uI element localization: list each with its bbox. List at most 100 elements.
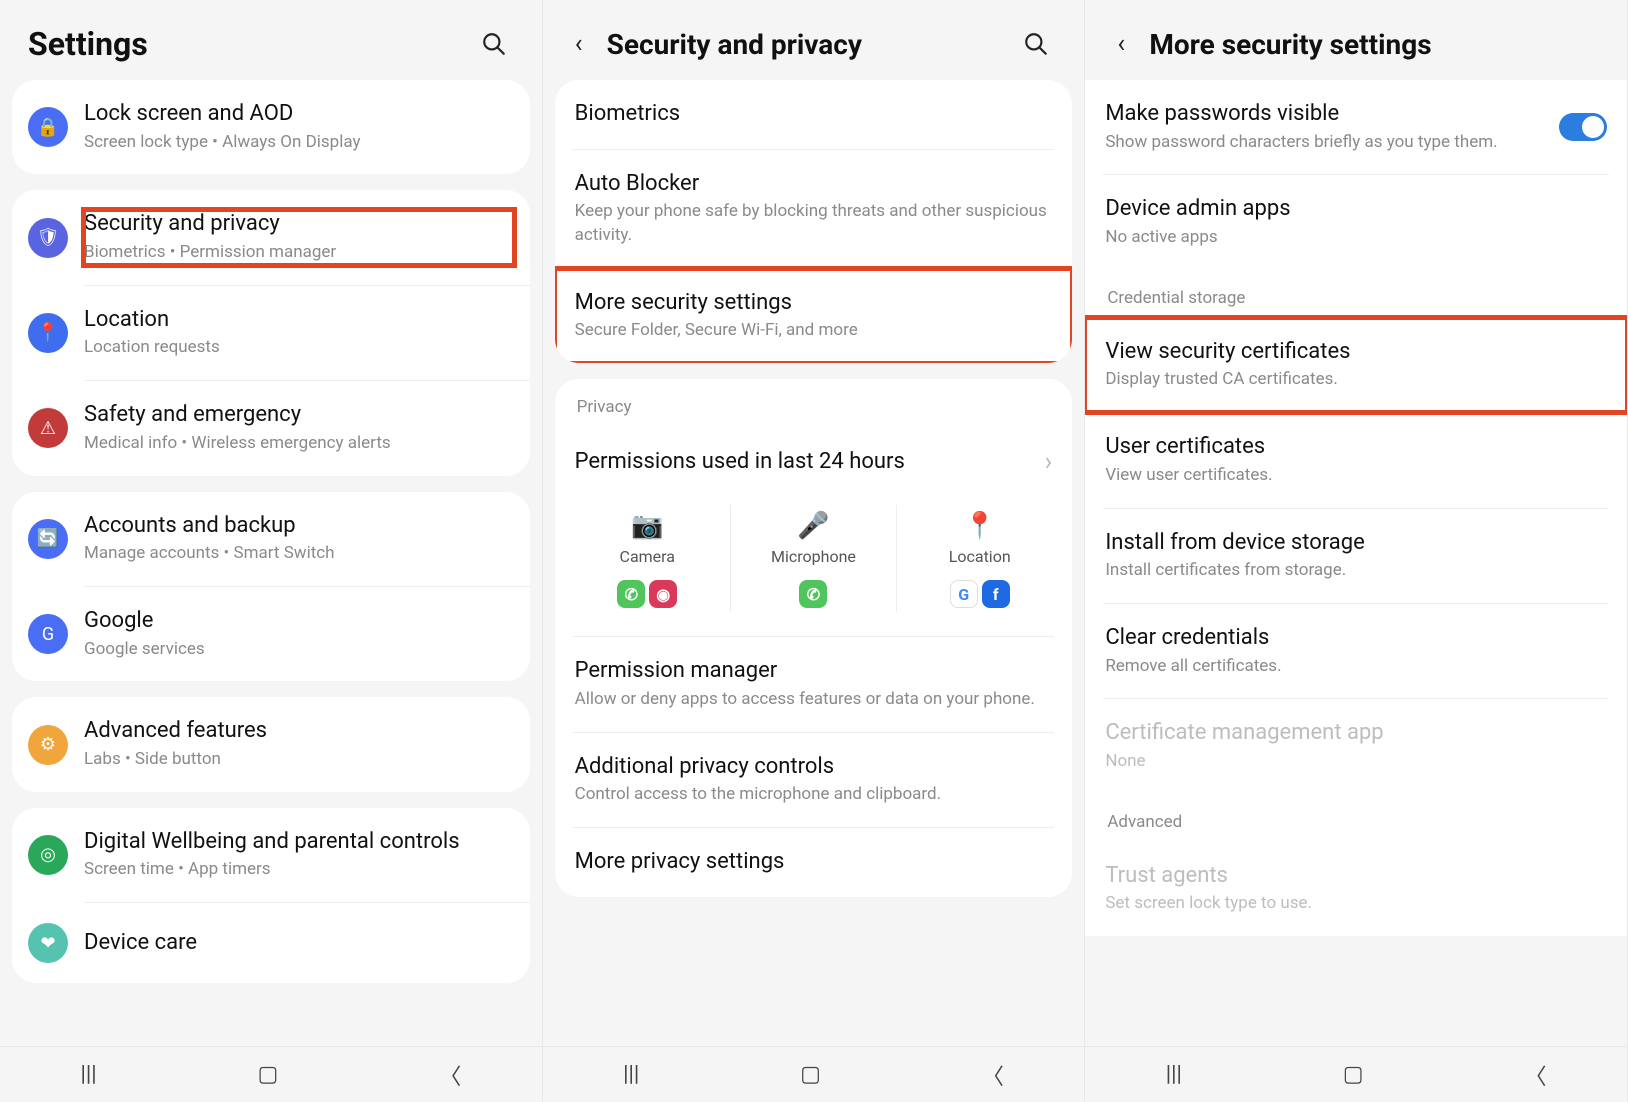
row-title: View security certificates — [1105, 338, 1607, 367]
nav-recent[interactable]: ||| — [80, 1062, 96, 1087]
row-title: Device care — [84, 929, 514, 958]
row-subtitle: Remove all certificates. — [1105, 655, 1607, 679]
setting-lock-screen[interactable]: 🔒Lock screen and AODScreen lock type • A… — [12, 80, 530, 174]
setting-safety[interactable]: ⚠Safety and emergencyMedical info • Wire… — [12, 381, 530, 475]
shield-icon: 🛡 — [28, 218, 68, 258]
setting-more-privacy[interactable]: More privacy settings — [555, 828, 1073, 897]
row-subtitle: Control access to the microphone and cli… — [575, 783, 1053, 807]
mic-icon: 🎤 — [797, 509, 829, 543]
setting-auto-blocker[interactable]: Auto BlockerKeep your phone safe by bloc… — [555, 150, 1073, 268]
nav-home[interactable]: ▢ — [1343, 1062, 1364, 1087]
search-button[interactable] — [474, 24, 514, 64]
privacy-card: PrivacyPermissions used in last 24 hours… — [555, 379, 1073, 896]
setting-user-certs[interactable]: User certificatesView user certificates. — [1085, 413, 1627, 507]
nav-back[interactable]: 〈 — [1525, 1059, 1547, 1091]
perm-microphone[interactable]: 🎤Microphone✆ — [731, 505, 897, 612]
nav-recent[interactable]: ||| — [1166, 1062, 1182, 1087]
page-title: More security settings — [1149, 28, 1599, 61]
row-title: Auto Blocker — [575, 170, 1053, 199]
row-text: Digital Wellbeing and parental controlsS… — [84, 828, 514, 882]
setting-google[interactable]: GGoogleGoogle services — [12, 587, 530, 681]
app-whatsapp-icon: ✆ — [617, 580, 645, 608]
row-subtitle: Biometrics • Permission manager — [84, 241, 514, 265]
perm-label: Location — [949, 547, 1011, 566]
row-title: More security settings — [575, 289, 1053, 318]
content: Make passwords visibleShow password char… — [1085, 80, 1627, 1046]
security-card: BiometricsAuto BlockerKeep your phone sa… — [555, 80, 1073, 363]
pin-icon: 📍 — [28, 313, 68, 353]
row-title: Safety and emergency — [84, 401, 514, 430]
row-title: Advanced features — [84, 717, 514, 746]
page-title: Settings — [28, 25, 474, 63]
row-text: Lock screen and AODScreen lock type • Al… — [84, 100, 514, 154]
section-label: Advanced — [1085, 794, 1627, 842]
app-google-icon: G — [950, 580, 978, 608]
chevron-right-icon: › — [1045, 447, 1053, 477]
row-subtitle: Manage accounts • Smart Switch — [84, 542, 514, 566]
settings-group: 🔄Accounts and backupManage accounts • Sm… — [12, 492, 530, 682]
back-button[interactable]: ‹ — [1101, 24, 1141, 64]
row-text: Safety and emergencyMedical info • Wirel… — [84, 401, 514, 455]
row-text: LocationLocation requests — [84, 306, 514, 360]
row-title: Location — [84, 306, 514, 335]
page-title: Security and privacy — [607, 28, 1017, 61]
settings-list: 🔒Lock screen and AODScreen lock type • A… — [0, 80, 542, 1046]
row-text: Advanced featuresLabs • Side button — [84, 717, 514, 771]
row-title: Lock screen and AOD — [84, 100, 514, 129]
nav-bar: ||| ▢ 〈 — [543, 1046, 1085, 1102]
setting-cert-mgmt: Certificate management appNone — [1085, 699, 1627, 793]
more-security-card: Make passwords visibleShow password char… — [1085, 80, 1627, 936]
perm-camera[interactable]: 📷Camera✆◉ — [565, 505, 731, 612]
gear-icon: ⚙ — [28, 725, 68, 765]
setting-more-security[interactable]: More security settingsSecure Folder, Sec… — [555, 269, 1073, 363]
setting-view-certs[interactable]: View security certificatesDisplay truste… — [1085, 318, 1627, 412]
setting-device-care[interactable]: ❤ Device care — [12, 903, 530, 983]
search-button[interactable] — [1016, 24, 1056, 64]
setting-biometrics[interactable]: Biometrics — [555, 80, 1073, 149]
row-title: Permission manager — [575, 657, 1053, 686]
nav-home[interactable]: ▢ — [257, 1062, 278, 1087]
panel-security-privacy: ‹ Security and privacy BiometricsAuto Bl… — [543, 0, 1086, 1102]
toggle-switch[interactable] — [1559, 113, 1607, 141]
setting-location[interactable]: 📍 LocationLocation requests — [12, 286, 530, 380]
perm-apps: ✆ — [799, 580, 827, 608]
row-subtitle: Secure Folder, Secure Wi-Fi, and more — [575, 319, 1053, 343]
nav-home[interactable]: ▢ — [800, 1062, 821, 1087]
content: BiometricsAuto BlockerKeep your phone sa… — [543, 80, 1085, 1046]
setting-clear-creds[interactable]: Clear credentialsRemove all certificates… — [1085, 604, 1627, 698]
perm-apps: Gf — [950, 580, 1010, 608]
row-subtitle: Show password characters briefly as you … — [1105, 131, 1559, 155]
permissions-24h[interactable]: Permissions used in last 24 hours› — [555, 427, 1073, 497]
row-text: Security and privacyBiometrics • Permiss… — [84, 210, 514, 264]
search-icon — [1023, 31, 1049, 57]
setting-install-storage[interactable]: Install from device storageInstall certi… — [1085, 509, 1627, 603]
row-subtitle: Display trusted CA certificates. — [1105, 368, 1607, 392]
wellbeing-icon: ◎ — [28, 835, 68, 875]
header: Settings — [0, 0, 542, 80]
setting-advanced[interactable]: ⚙ Advanced featuresLabs • Side button — [12, 697, 530, 791]
nav-recent[interactable]: ||| — [623, 1062, 639, 1087]
perm-location[interactable]: 📍LocationGf — [897, 505, 1062, 612]
row-title: Accounts and backup — [84, 512, 514, 541]
app-instagram-icon: ◉ — [649, 580, 677, 608]
back-button[interactable]: ‹ — [559, 24, 599, 64]
care-icon: ❤ — [28, 923, 68, 963]
permissions-grid: 📷Camera✆◉🎤Microphone✆📍LocationGf — [555, 497, 1073, 636]
row-subtitle: Location requests — [84, 336, 514, 360]
setting-permission-manager[interactable]: Permission managerAllow or deny apps to … — [555, 637, 1073, 731]
row-subtitle: Labs • Side button — [84, 748, 514, 772]
setting-additional-privacy[interactable]: Additional privacy controlsControl acces… — [555, 733, 1073, 827]
setting-device-admin[interactable]: Device admin appsNo active apps — [1085, 175, 1627, 269]
setting-passwords-visible[interactable]: Make passwords visibleShow password char… — [1085, 80, 1627, 174]
nav-back[interactable]: 〈 — [439, 1059, 461, 1091]
row-subtitle: Set screen lock type to use. — [1105, 892, 1607, 916]
row-title: Google — [84, 607, 514, 636]
app-whatsapp-icon: ✆ — [799, 580, 827, 608]
nav-back[interactable]: 〈 — [982, 1059, 1004, 1091]
setting-accounts[interactable]: 🔄Accounts and backupManage accounts • Sm… — [12, 492, 530, 586]
google-icon: G — [28, 614, 68, 654]
row-title: Permissions used in last 24 hours — [575, 448, 1045, 477]
setting-security-privacy[interactable]: 🛡 Security and privacyBiometrics • Permis… — [12, 190, 530, 284]
setting-wellbeing[interactable]: ◎ Digital Wellbeing and parental controls… — [12, 808, 530, 902]
header: ‹ Security and privacy — [543, 0, 1085, 80]
